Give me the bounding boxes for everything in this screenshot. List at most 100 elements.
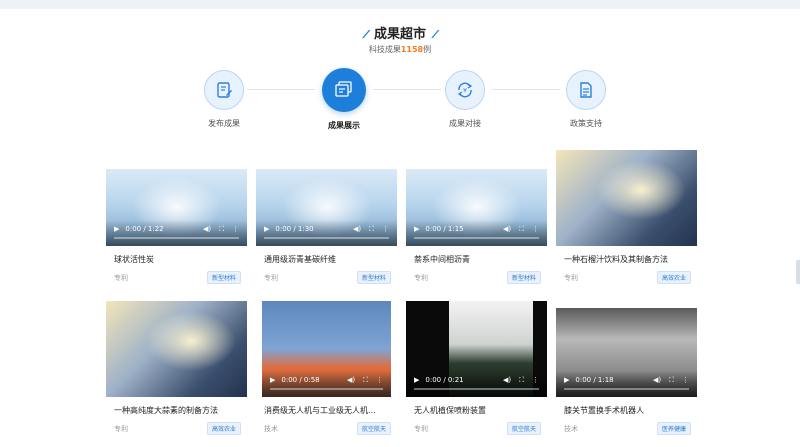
fullscreen-icon[interactable]: ⛶	[519, 376, 524, 385]
video-progress-bar[interactable]	[114, 237, 239, 239]
video-player[interactable]	[106, 301, 247, 397]
video-frame	[145, 310, 236, 371]
video-progress-bar[interactable]	[564, 388, 689, 390]
svg-text:¥: ¥	[463, 88, 467, 95]
video-controls: ▶ 0:00 / 0:21 ◀) ⛶ ⋮	[406, 371, 547, 397]
fullscreen-icon[interactable]: ⛶	[519, 225, 524, 234]
more-icon[interactable]: ⋮	[232, 225, 239, 233]
play-icon[interactable]: ▶	[414, 376, 419, 384]
play-icon[interactable]: ▶	[114, 225, 119, 233]
document-icon	[566, 70, 606, 110]
video-controls: ▶ 0:00 / 1:22 ◀) ⛶ ⋮	[106, 220, 247, 246]
card-title[interactable]: 一种石榴汁饮料及其制备方法	[556, 254, 697, 265]
display-icon	[322, 68, 366, 112]
card-kind: 技术	[564, 424, 578, 433]
more-icon[interactable]: ⋮	[682, 376, 689, 384]
step-label: 政策支持	[570, 119, 602, 128]
step-label: 成果对接	[449, 119, 481, 128]
more-icon[interactable]: ⋮	[376, 376, 383, 384]
play-icon[interactable]: ▶	[564, 376, 569, 384]
volume-icon[interactable]: ◀)	[347, 376, 355, 384]
card-title[interactable]: 消费级无人机与工业级无人机...	[256, 405, 397, 416]
card-meta: 专利 新型材料	[256, 271, 397, 284]
step-label: 发布成果	[208, 119, 240, 128]
edit-icon	[204, 70, 244, 110]
category-tag: 航空航天	[506, 422, 541, 435]
step-policy[interactable]: 政策支持	[546, 70, 626, 129]
fullscreen-icon[interactable]: ⛶	[219, 225, 224, 234]
card-meta: 专利 高效农业	[556, 271, 697, 284]
result-card[interactable]: ▶ 0:00 / 1:30 ◀) ⛶ ⋮ 通用级沥青基碳纤维 专利 新型材料	[256, 169, 397, 284]
step-publish[interactable]: 发布成果	[184, 70, 264, 129]
video-controls: ▶ 0:00 / 0:58 ◀) ⛶ ⋮	[262, 371, 391, 397]
video-progress-bar[interactable]	[414, 388, 539, 390]
category-tag: 新型材料	[506, 271, 541, 284]
result-card[interactable]: ▶ 0:00 / 1:18 ◀) ⛶ ⋮ 膝关节置换手术机器人 技术 医养健康	[556, 308, 697, 435]
video-time: 0:00 / 1:15	[425, 225, 464, 233]
result-card[interactable]: ▶ 0:00 / 0:58 ◀) ⛶ ⋮ 消费级无人机与工业级无人机... 技术…	[256, 301, 397, 435]
subtitle-suffix: 例	[423, 45, 432, 54]
video-time: 0:00 / 1:30	[275, 225, 314, 233]
card-title[interactable]: 膝关节置换手术机器人	[556, 405, 697, 416]
card-meta: 技术 航空航天	[256, 422, 397, 435]
fullscreen-icon[interactable]: ⛶	[363, 376, 368, 385]
more-icon[interactable]: ⋮	[382, 225, 389, 233]
video-player[interactable]: ▶ 0:00 / 1:15 ◀) ⛶ ⋮	[406, 169, 547, 246]
play-icon[interactable]: ▶	[264, 225, 269, 233]
card-title[interactable]: 通用级沥青基碳纤维	[256, 254, 397, 265]
side-scroll-tab[interactable]	[796, 260, 800, 284]
more-icon[interactable]: ⋮	[532, 376, 539, 384]
volume-icon[interactable]: ◀)	[503, 225, 511, 233]
play-icon[interactable]: ▶	[270, 376, 275, 384]
subtitle-prefix: 科技成果	[368, 45, 401, 54]
category-tag: 新型材料	[206, 271, 241, 284]
card-kind: 专利	[414, 424, 428, 433]
category-tag: 新型材料	[356, 271, 391, 284]
card-meta: 专利 高效农业	[106, 422, 247, 435]
section-subtitle: 科技成果1158例	[0, 44, 800, 55]
video-progress-bar[interactable]	[270, 388, 383, 390]
video-time: 0:00 / 0:21	[425, 376, 464, 384]
section-title-text: 成果超市	[373, 27, 426, 42]
card-meta: 专利 航空航天	[406, 422, 547, 435]
video-player[interactable]	[556, 150, 697, 246]
video-time: 0:00 / 1:18	[575, 376, 614, 384]
volume-icon[interactable]: ◀)	[203, 225, 211, 233]
video-player[interactable]: ▶ 0:00 / 0:58 ◀) ⛶ ⋮	[262, 301, 391, 397]
video-player[interactable]: ▶ 0:00 / 1:18 ◀) ⛶ ⋮	[556, 308, 697, 397]
more-icon[interactable]: ⋮	[532, 225, 539, 233]
play-icon[interactable]: ▶	[414, 225, 419, 233]
result-card[interactable]: ▶ 0:00 / 0:21 ◀) ⛶ ⋮ 无人机植保喷粉装置 专利 航空航天	[406, 301, 547, 435]
results-count: 1158	[400, 45, 424, 54]
video-player[interactable]: ▶ 0:00 / 0:21 ◀) ⛶ ⋮	[406, 301, 547, 397]
section-title: ⁄⁄ 成果超市 ⁄⁄	[0, 23, 800, 42]
category-tag: 高效农业	[206, 422, 241, 435]
category-tag: 医养健康	[656, 422, 691, 435]
card-kind: 专利	[414, 273, 428, 282]
video-player[interactable]: ▶ 0:00 / 1:30 ◀) ⛶ ⋮	[256, 169, 397, 246]
video-controls: ▶ 0:00 / 1:15 ◀) ⛶ ⋮	[406, 220, 547, 246]
card-title[interactable]: 无人机植保喷粉装置	[406, 405, 547, 416]
fullscreen-icon[interactable]: ⛶	[369, 225, 374, 234]
card-meta: 专利 新型材料	[106, 271, 247, 284]
volume-icon[interactable]: ◀)	[503, 376, 511, 384]
category-tag: 航空航天	[356, 422, 391, 435]
video-time: 0:00 / 0:58	[281, 376, 320, 384]
card-kind: 专利	[264, 273, 278, 282]
result-card[interactable]: 一种高纯度大蒜素的制备方法 专利 高效农业	[106, 301, 247, 435]
card-title[interactable]: 球状活性炭	[106, 254, 247, 265]
card-title[interactable]: 一种高纯度大蒜素的制备方法	[106, 405, 247, 416]
video-progress-bar[interactable]	[414, 237, 539, 239]
volume-icon[interactable]: ◀)	[653, 376, 661, 384]
category-tag: 高效农业	[656, 271, 691, 284]
video-progress-bar[interactable]	[264, 237, 389, 239]
result-card[interactable]: ▶ 0:00 / 1:15 ◀) ⛶ ⋮ 萘系中间相沥青 专利 新型材料	[406, 169, 547, 284]
fullscreen-icon[interactable]: ⛶	[669, 376, 674, 385]
step-matching[interactable]: ¥ 成果对接	[425, 70, 505, 129]
video-player[interactable]: ▶ 0:00 / 1:22 ◀) ⛶ ⋮	[106, 169, 247, 246]
card-title[interactable]: 萘系中间相沥青	[406, 254, 547, 265]
volume-icon[interactable]: ◀)	[353, 225, 361, 233]
step-showcase[interactable]: 成果展示	[304, 68, 384, 131]
result-card[interactable]: ▶ 0:00 / 1:22 ◀) ⛶ ⋮ 球状活性炭 专利 新型材料	[106, 169, 247, 284]
result-card[interactable]: 一种石榴汁饮料及其制备方法 专利 高效农业	[556, 150, 697, 284]
